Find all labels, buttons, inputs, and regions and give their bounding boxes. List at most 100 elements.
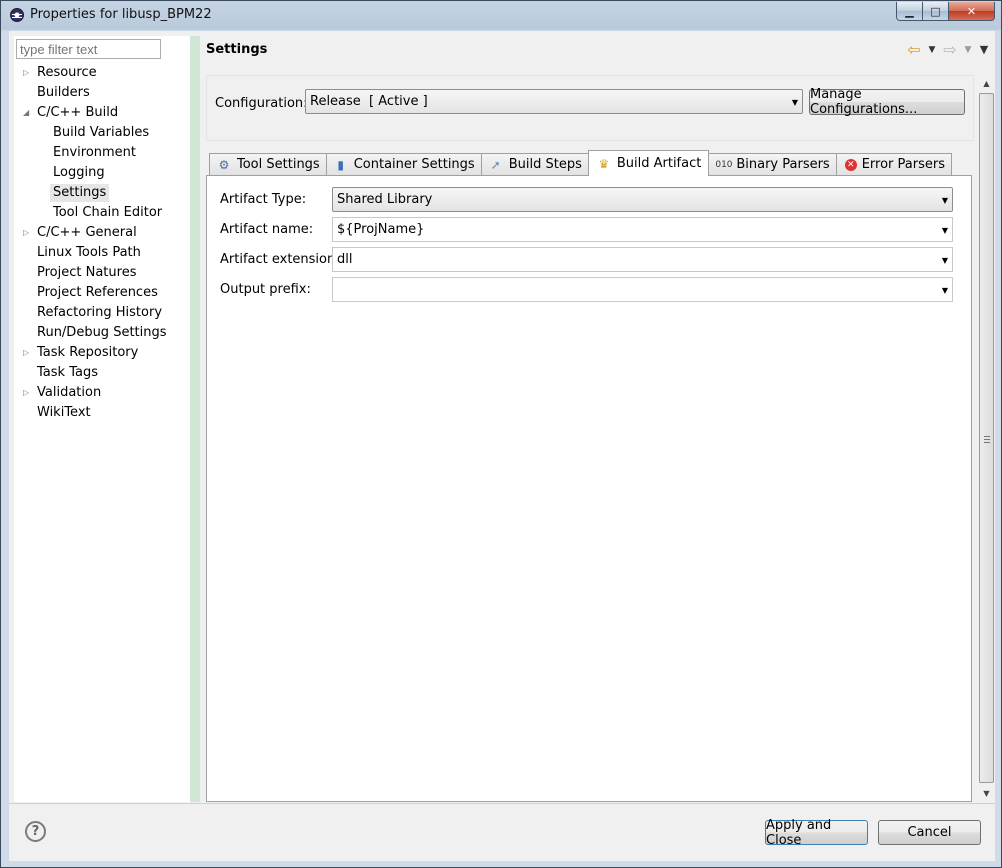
artifact-type-label: Artifact Type: xyxy=(220,192,307,207)
trophy-icon: ♛ xyxy=(598,156,610,171)
sidebar-item-label: Build Variables xyxy=(53,125,150,140)
sidebar-item-linux-tools-path[interactable]: Linux Tools Path xyxy=(14,243,190,263)
sidebar-item-label: Task Tags xyxy=(37,365,98,380)
sidebar-item-builders[interactable]: Builders xyxy=(14,83,190,103)
tab-build-steps[interactable]: ➚ Build Steps xyxy=(480,153,589,175)
sidebar-item-label: C/C++ Build xyxy=(37,105,119,120)
filter-input[interactable] xyxy=(16,39,161,59)
back-arrow-icon[interactable]: ⇦ xyxy=(905,40,923,59)
artifact-name-label: Artifact name: xyxy=(220,222,314,237)
expand-triangle-icon[interactable]: ▷ xyxy=(23,343,29,363)
chevron-down-icon: ▼ xyxy=(941,196,948,205)
property-page-tree: ▷ Resource Builders ◢ C/C++ Build Build Varia… xyxy=(14,63,190,423)
sidebar-item-wikitext[interactable]: WikiText xyxy=(14,403,190,423)
chevron-down-icon[interactable]: ▼ xyxy=(942,256,948,265)
tab-label: Build Steps xyxy=(508,157,582,172)
cancel-button[interactable]: Cancel xyxy=(878,820,981,845)
scrollbar-thumb[interactable] xyxy=(979,93,994,783)
configuration-bar: Configuration: Release [ Active ] ▼ Mana… xyxy=(206,75,974,141)
sidebar-item-logging[interactable]: Logging xyxy=(14,163,190,183)
output-prefix-combo[interactable]: ▼ xyxy=(332,277,953,302)
sidebar-item-label: Environment xyxy=(53,145,137,160)
artifact-name-row: Artifact name: ${ProjName} ▼ xyxy=(207,217,973,243)
sidebar-item-task-repository[interactable]: ▷ Task Repository xyxy=(14,343,190,363)
manage-configurations-button[interactable]: Manage Configurations... xyxy=(809,87,965,117)
sidebar-item-label: Resource xyxy=(37,65,97,80)
eclipse-app-icon xyxy=(10,8,24,22)
footer-separator xyxy=(9,803,995,804)
sidebar-item-resource[interactable]: ▷ Resource xyxy=(14,63,190,83)
sidebar-item-refactoring-history[interactable]: Refactoring History xyxy=(14,303,190,323)
sidebar-item-task-tags[interactable]: Task Tags xyxy=(14,363,190,383)
tab-label: Binary Parsers xyxy=(736,157,830,172)
output-prefix-label: Output prefix: xyxy=(220,282,311,297)
sidebar-item-tool-chain-editor[interactable]: Tool Chain Editor xyxy=(14,203,190,223)
tab-label: Container Settings xyxy=(353,157,475,172)
sidebar-item-build-variables[interactable]: Build Variables xyxy=(14,123,190,143)
tab-label: Tool Settings xyxy=(237,157,320,172)
close-button[interactable]: ✕ xyxy=(949,2,995,21)
artifact-name-combo[interactable]: ${ProjName} ▼ xyxy=(332,217,953,242)
sidebar-item-label: Project References xyxy=(37,285,158,300)
sidebar-item-label: Run/Debug Settings xyxy=(37,325,167,340)
configuration-select[interactable]: Release [ Active ] ▼ xyxy=(305,89,803,114)
collapse-triangle-icon[interactable]: ◢ xyxy=(23,103,29,123)
title-bar[interactable]: Properties for libusp_BPM22 ▁ □ ✕ xyxy=(1,1,1001,29)
sidebar-item-project-references[interactable]: Project References xyxy=(14,283,190,303)
expand-triangle-icon[interactable]: ▷ xyxy=(23,63,29,83)
minimize-icon: ▁ xyxy=(905,4,914,18)
page-title: Settings xyxy=(206,42,268,57)
expand-triangle-icon[interactable]: ▷ xyxy=(23,223,29,243)
apply-and-close-button[interactable]: Apply and Close xyxy=(765,818,868,848)
sidebar-item-project-natures[interactable]: Project Natures xyxy=(14,263,190,283)
sidebar-item-run-debug-settings[interactable]: Run/Debug Settings xyxy=(14,323,190,343)
sidebar-item-c-c-general[interactable]: ▷ C/C++ General xyxy=(14,223,190,243)
vertical-scrollbar[interactable]: ▲ ▼ xyxy=(978,75,995,802)
tab-label: Build Artifact xyxy=(616,156,702,171)
artifact-type-row: Artifact Type: Shared Library ▼ xyxy=(207,187,973,213)
settings-scroll-area: Configuration: Release [ Active ] ▼ Mana… xyxy=(206,75,974,802)
tab-build-artifact[interactable]: ♛ Build Artifact xyxy=(587,150,710,176)
artifact-extension-combo[interactable]: dll ▼ xyxy=(332,247,953,272)
grip-icon xyxy=(984,436,990,443)
sidebar-item-settings[interactable]: Settings xyxy=(14,183,190,203)
chevron-down-icon: ▼ xyxy=(791,98,798,107)
chevron-down-icon[interactable]: ▼ xyxy=(942,286,948,295)
tool-settings-icon: ⚙ xyxy=(218,157,230,172)
forward-arrow-icon[interactable]: ⇨ xyxy=(941,40,959,59)
tab-error-parsers[interactable]: ✕ Error Parsers xyxy=(835,153,952,175)
sidebar-item-label: C/C++ General xyxy=(37,225,137,240)
maximize-button[interactable]: □ xyxy=(923,2,949,21)
tab-binary-parsers[interactable]: 010 Binary Parsers xyxy=(708,153,837,175)
sidebar-item-validation[interactable]: ▷ Validation xyxy=(14,383,190,403)
back-dropdown-icon[interactable]: ▼ xyxy=(925,45,939,55)
sidebar-item-c-c-build[interactable]: ◢ C/C++ Build xyxy=(14,103,190,123)
expand-triangle-icon[interactable]: ▷ xyxy=(23,383,29,403)
window-title: Properties for libusp_BPM22 xyxy=(30,7,212,22)
container-icon: ▮ xyxy=(337,157,345,172)
chevron-down-icon[interactable]: ▼ xyxy=(942,226,948,235)
close-icon: ✕ xyxy=(966,4,977,18)
help-icon[interactable]: ? xyxy=(25,821,46,842)
scroll-up-icon[interactable]: ▲ xyxy=(978,75,995,92)
artifact-name-value: ${ProjName} xyxy=(337,222,425,237)
window-controls: ▁ □ ✕ xyxy=(896,2,995,21)
sidebar-item-label: Linux Tools Path xyxy=(37,245,141,260)
artifact-type-select[interactable]: Shared Library ▼ xyxy=(332,187,953,212)
sidebar-item-environment[interactable]: Environment xyxy=(14,143,190,163)
property-page-tree-pane: ▷ Resource Builders ◢ C/C++ Build Build Varia… xyxy=(14,36,200,802)
settings-page: Settings ⇦ ▼ ⇨ ▼ ▼ Configuration: Releas… xyxy=(200,31,995,802)
view-menu-icon[interactable]: ▼ xyxy=(977,43,991,56)
properties-window: Properties for libusp_BPM22 ▁ □ ✕ ▷ Resou… xyxy=(0,0,1002,868)
tab-container-settings[interactable]: ▮ Container Settings xyxy=(325,153,482,175)
scroll-down-icon[interactable]: ▼ xyxy=(978,785,995,802)
binary-icon: 010 xyxy=(715,159,733,170)
tab-tool-settings[interactable]: ⚙ Tool Settings xyxy=(209,153,327,175)
error-icon: ✕ xyxy=(844,158,857,171)
maximize-icon: □ xyxy=(930,4,941,18)
artifact-extension-row: Artifact extension: dll ▼ xyxy=(207,247,973,273)
sidebar-item-label: WikiText xyxy=(37,405,91,420)
forward-dropdown-icon[interactable]: ▼ xyxy=(961,45,975,55)
history-nav: ⇦ ▼ ⇨ ▼ ▼ xyxy=(905,40,991,59)
minimize-button[interactable]: ▁ xyxy=(896,2,923,21)
